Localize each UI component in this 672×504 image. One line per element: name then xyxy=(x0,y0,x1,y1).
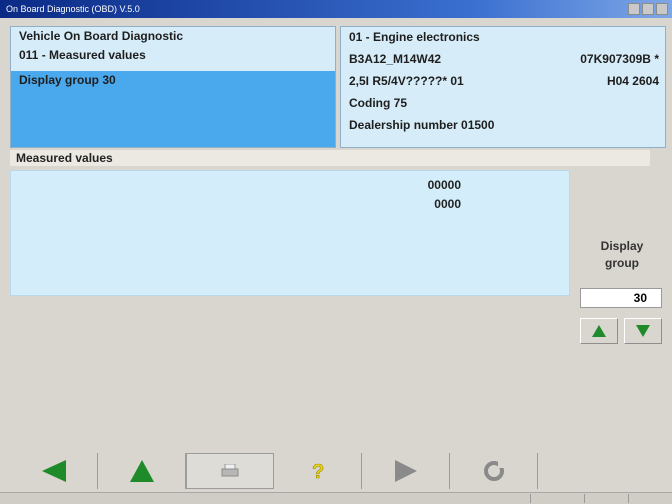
ecu-component-row: B3A12_M14W42 07K907309B * xyxy=(341,49,665,71)
up-level-button[interactable] xyxy=(98,453,186,489)
ecu-part-suffix: * xyxy=(654,52,659,66)
measured-value-2: 0000 xyxy=(434,197,461,211)
ecu-engine-row: 2,5I R5/4V?????* 01 H04 2604 xyxy=(341,71,665,93)
ecu-dealership: Dealership number 01500 xyxy=(349,118,495,132)
measured-values-panel: 00000 0000 xyxy=(10,170,570,296)
ecu-coding: Coding 75 xyxy=(349,96,408,110)
selected-display-group[interactable]: Display group 30 xyxy=(11,71,335,147)
display-group-up-button[interactable] xyxy=(580,318,618,344)
ecu-version: H04 2604 xyxy=(606,74,659,88)
ecu-system: 01 - Engine electronics xyxy=(349,30,480,44)
function-header-panel: Vehicle On Board Diagnostic 011 - Measur… xyxy=(10,26,336,148)
maximize-icon[interactable] xyxy=(642,3,654,15)
next-button[interactable] xyxy=(362,453,450,489)
minimize-icon[interactable] xyxy=(628,3,640,15)
left-arrow-icon xyxy=(41,460,66,482)
window-titlebar: On Board Diagnostic (OBD) V.5.0 xyxy=(0,0,672,18)
display-group-label-line2: group xyxy=(605,256,639,270)
printer-icon xyxy=(221,464,239,477)
status-cell xyxy=(628,494,629,503)
ecu-component: B3A12_M14W42 xyxy=(349,52,442,66)
refresh-icon xyxy=(483,461,505,481)
up-triangle-icon xyxy=(129,460,154,482)
display-group-label: Display group xyxy=(580,238,664,272)
ecu-part-number: 07K907309B xyxy=(580,52,651,66)
bottom-toolbar: ? xyxy=(10,452,662,490)
up-triangle-icon xyxy=(592,325,606,337)
measured-value-1: 00000 xyxy=(427,178,461,192)
help-button[interactable]: ? xyxy=(274,453,362,489)
question-mark-icon: ? xyxy=(311,461,324,481)
status-cell xyxy=(530,494,531,503)
ecu-part-number-group: 07K907309B * xyxy=(580,49,659,69)
close-icon[interactable] xyxy=(656,3,668,15)
function-name: 011 - Measured values xyxy=(19,48,146,62)
window-controls xyxy=(628,3,668,15)
measured-values-label: Measured values xyxy=(10,150,650,166)
ecu-engine: 2,5I R5/4V?????* 01 xyxy=(349,74,464,88)
right-arrow-icon xyxy=(394,460,417,482)
refresh-button[interactable] xyxy=(450,453,538,489)
display-group-down-button[interactable] xyxy=(624,318,662,344)
display-group-label-line1: Display xyxy=(600,239,644,253)
print-button[interactable] xyxy=(186,453,274,489)
status-cell xyxy=(584,494,585,503)
display-group-input[interactable]: 30 xyxy=(580,288,662,308)
ecu-info-panel: 01 - Engine electronics B3A12_M14W42 07K… xyxy=(340,26,666,148)
down-triangle-icon xyxy=(636,325,650,337)
status-bar xyxy=(0,492,672,504)
svg-text:?: ? xyxy=(312,461,324,481)
back-button[interactable] xyxy=(10,453,98,489)
window-title: On Board Diagnostic (OBD) V.5.0 xyxy=(6,4,140,14)
app-function-title: Vehicle On Board Diagnostic xyxy=(19,29,184,43)
